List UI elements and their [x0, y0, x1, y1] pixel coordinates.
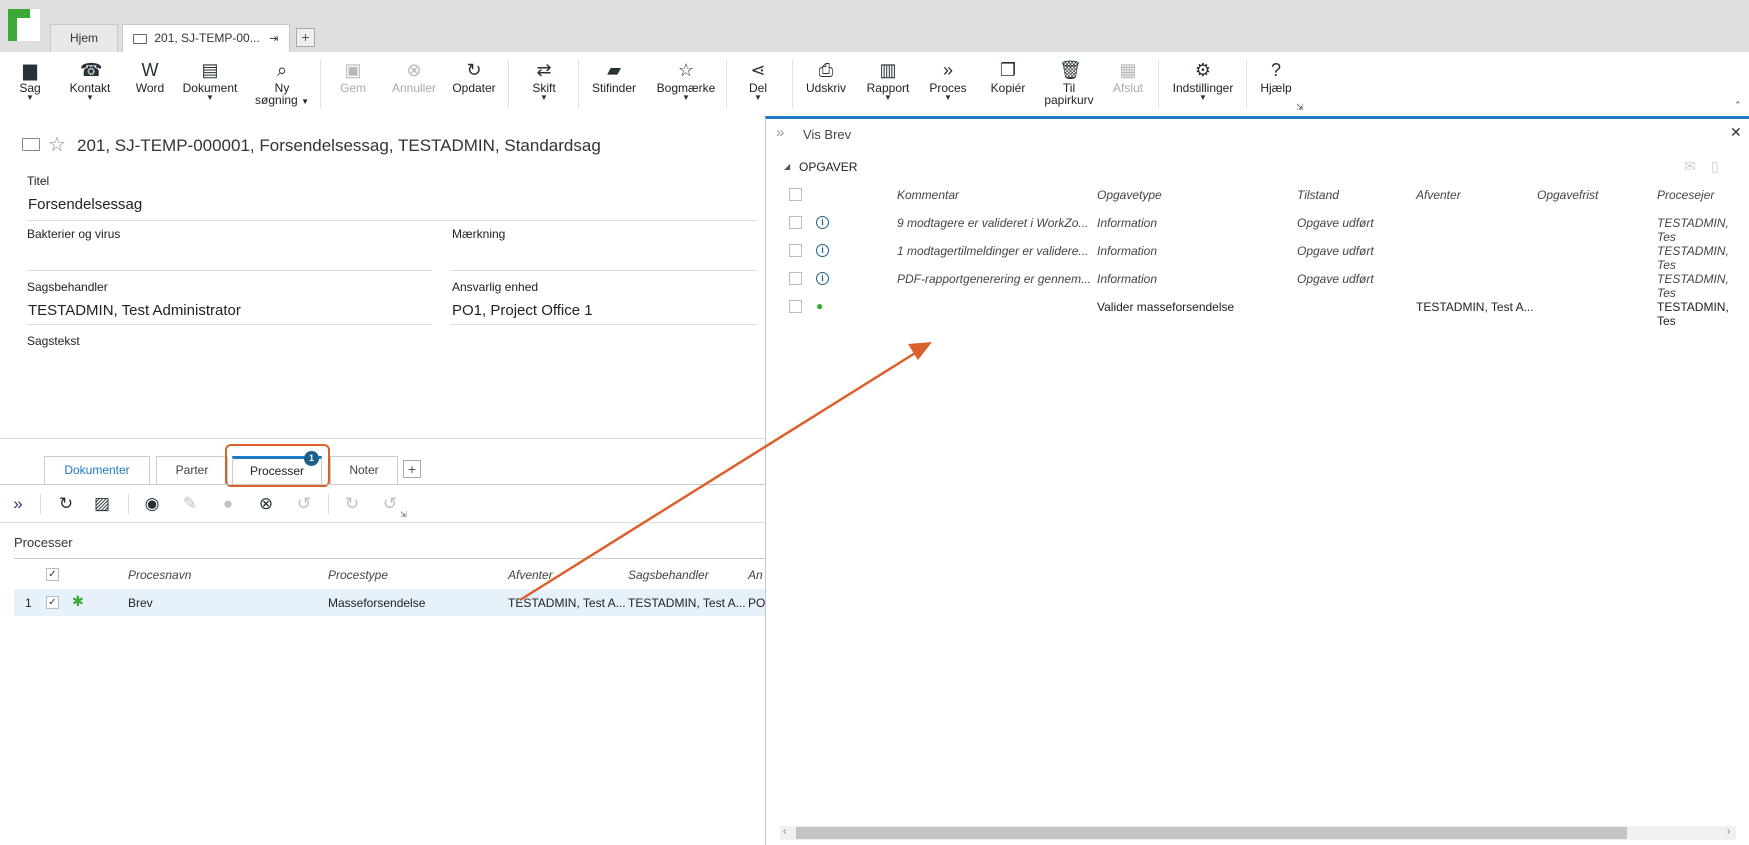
annotation-arrow	[519, 342, 932, 602]
